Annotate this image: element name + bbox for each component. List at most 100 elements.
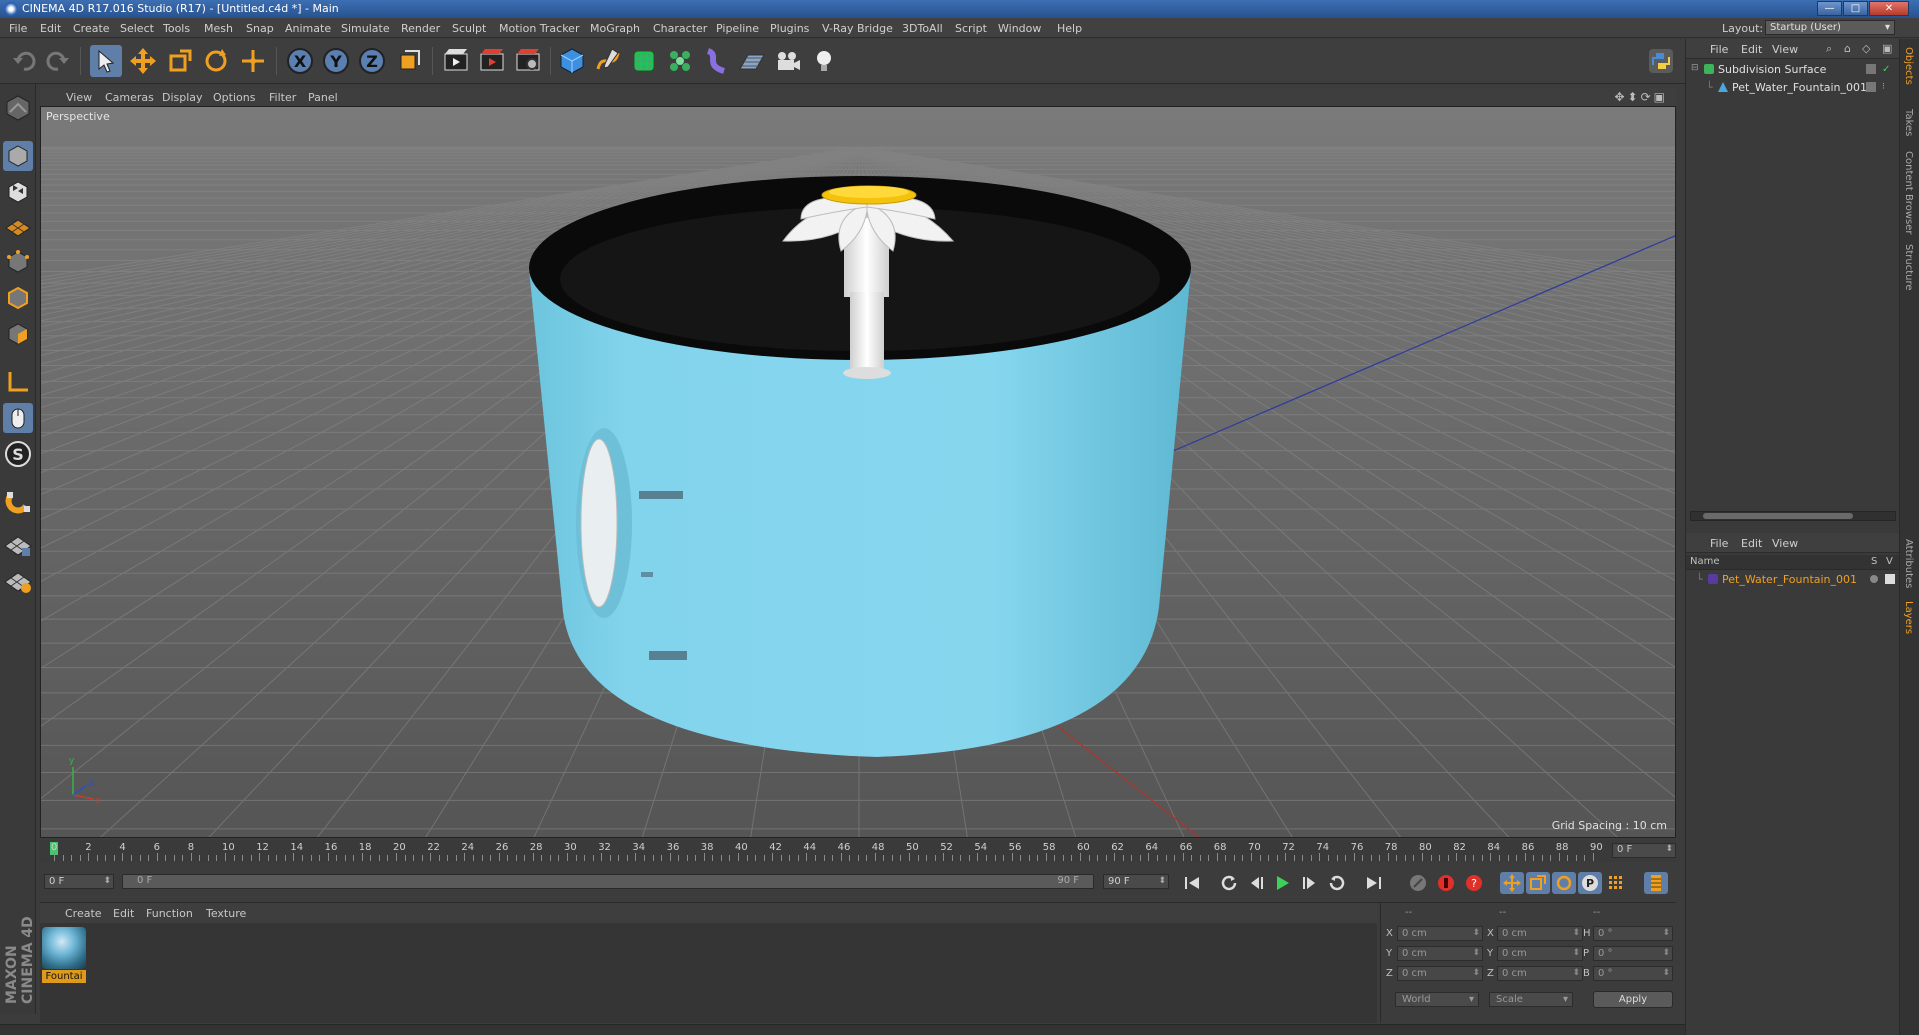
material-menu-texture[interactable]: Texture <box>206 907 246 920</box>
floor-icon[interactable] <box>736 45 768 77</box>
layers-menu-edit[interactable]: Edit <box>1741 537 1762 550</box>
objects-home-icon[interactable]: ⌂ <box>1844 42 1851 55</box>
menu-plugins[interactable]: Plugins <box>770 22 809 35</box>
menu-3dtoall[interactable]: 3DToAll <box>902 22 943 35</box>
next-frame-icon[interactable] <box>1298 872 1322 894</box>
live-selection-icon[interactable] <box>90 45 122 77</box>
rotation-p-field[interactable]: 0 ° <box>1593 946 1673 961</box>
layer-color-swatch[interactable] <box>1708 574 1718 584</box>
position-x-field[interactable]: 0 cm <box>1397 926 1483 941</box>
deformer-icon[interactable] <box>700 45 732 77</box>
layers-menu-file[interactable]: File <box>1710 537 1728 550</box>
parameter-key-icon[interactable]: P <box>1578 872 1602 894</box>
menu-simulate[interactable]: Simulate <box>341 22 390 35</box>
layers-menu-view[interactable]: View <box>1772 537 1798 550</box>
menu-tools[interactable]: Tools <box>163 22 190 35</box>
x-axis-icon[interactable]: X <box>284 45 316 77</box>
rotation-h-field[interactable]: 0 ° <box>1593 926 1673 941</box>
perspective-viewport[interactable]: y x z Perspective Grid Spacing : 10 cm <box>40 106 1676 838</box>
frame-range-slider[interactable]: 0 F 90 F <box>122 874 1094 889</box>
position-y-field[interactable]: 0 cm <box>1397 946 1483 961</box>
menu-pipeline[interactable]: Pipeline <box>716 22 759 35</box>
layer-solo-icon[interactable] <box>1870 575 1878 583</box>
go-to-end-icon[interactable] <box>1362 872 1386 894</box>
menu-sculpt[interactable]: Sculpt <box>452 22 486 35</box>
menu-animate[interactable]: Animate <box>285 22 331 35</box>
size-y-field[interactable]: 0 cm <box>1497 946 1583 961</box>
rotate-icon[interactable] <box>200 45 232 77</box>
objects-horizontal-scrollbar[interactable] <box>1690 511 1896 521</box>
material-menu-function[interactable]: Function <box>146 907 193 920</box>
rotation-b-field[interactable]: 0 ° <box>1593 966 1673 981</box>
scale-icon[interactable] <box>164 45 196 77</box>
texture-mode-icon[interactable] <box>2 176 34 208</box>
coordinate-system-icon[interactable] <box>393 45 425 77</box>
menu-mesh[interactable]: Mesh <box>204 22 233 35</box>
object-row-subdivision-surface[interactable]: ⊟ Subdivision Surface ✓ <box>1686 61 1900 78</box>
edges-mode-icon[interactable] <box>2 282 34 314</box>
menu-create[interactable]: Create <box>73 22 110 35</box>
y-axis-icon[interactable]: Y <box>320 45 352 77</box>
tab-attributes[interactable]: Attributes <box>1903 539 1914 588</box>
coordinate-space-dropdown[interactable]: World <box>1395 992 1479 1007</box>
expand-toggle-icon[interactable]: ⊟ <box>1691 63 1699 73</box>
z-axis-icon[interactable]: Z <box>356 45 388 77</box>
tab-content-browser[interactable]: Content Browser <box>1903 151 1914 234</box>
model-mode-icon[interactable] <box>2 140 34 172</box>
grid-lock-icon[interactable] <box>2 528 34 560</box>
make-editable-icon[interactable] <box>2 92 34 124</box>
axis-mode-icon[interactable] <box>2 366 34 398</box>
minimize-button[interactable]: — <box>1817 1 1842 16</box>
objects-menu-view[interactable]: View <box>1772 43 1798 56</box>
menu-render[interactable]: Render <box>401 22 440 35</box>
editor-visibility-icon[interactable] <box>1866 64 1876 74</box>
light-icon[interactable] <box>808 45 840 77</box>
viewport-menu-options[interactable]: Options <box>213 91 255 104</box>
menu-help[interactable]: Help <box>1057 22 1082 35</box>
previous-keyframe-icon[interactable] <box>1218 872 1242 894</box>
apply-button[interactable]: Apply <box>1593 991 1673 1008</box>
go-to-start-icon[interactable] <box>1180 872 1204 894</box>
position-z-field[interactable]: 0 cm <box>1397 966 1483 981</box>
edit-render-settings-icon[interactable] <box>512 45 544 77</box>
viewport-menu-filter[interactable]: Filter <box>269 91 296 104</box>
viewport-menu-cameras[interactable]: Cameras <box>105 91 154 104</box>
objects-bookmark-icon[interactable]: ◇ <box>1862 42 1870 55</box>
cube-icon[interactable] <box>556 45 588 77</box>
redo-icon[interactable] <box>42 45 74 77</box>
python-icon[interactable] <box>1645 45 1677 77</box>
camera-icon[interactable] <box>772 45 804 77</box>
quantize-icon[interactable] <box>2 564 34 596</box>
previous-frame-icon[interactable] <box>1244 872 1268 894</box>
material-menu-edit[interactable]: Edit <box>113 907 134 920</box>
tab-structure[interactable]: Structure <box>1903 244 1914 291</box>
timeline-icon[interactable] <box>1644 872 1668 894</box>
polygons-mode-icon[interactable] <box>2 318 34 350</box>
menu-vray-bridge[interactable]: V-Ray Bridge <box>822 22 893 35</box>
menu-snap[interactable]: Snap <box>246 22 274 35</box>
rotate-key-icon[interactable] <box>1552 872 1576 894</box>
record-icon[interactable] <box>1434 872 1458 894</box>
material-swatch[interactable]: Fountai <box>40 923 90 987</box>
tag-dots-icon[interactable]: ⁝ <box>1882 82 1892 92</box>
layer-row[interactable]: └ Pet_Water_Fountain_001 <box>1686 571 1900 588</box>
size-mode-dropdown[interactable]: Scale <box>1489 992 1573 1007</box>
render-view-icon[interactable] <box>440 45 472 77</box>
menu-select[interactable]: Select <box>120 22 154 35</box>
objects-search-icon[interactable]: ⌕ <box>1826 42 1832 56</box>
solo-icon[interactable]: S <box>2 438 34 470</box>
objects-new-view-icon[interactable]: ▣ <box>1882 42 1892 55</box>
menu-window[interactable]: Window <box>998 22 1041 35</box>
viewport-menu-display[interactable]: Display <box>162 91 203 104</box>
recent-tool-icon[interactable] <box>237 45 269 77</box>
start-frame-field[interactable]: 0 F <box>44 874 114 889</box>
viewport-menu-view[interactable]: View <box>66 91 92 104</box>
tab-takes[interactable]: Takes <box>1903 109 1914 136</box>
menu-mograph[interactable]: MoGraph <box>590 22 640 35</box>
editor-visibility-icon[interactable] <box>1866 82 1876 92</box>
menu-motion-tracker[interactable]: Motion Tracker <box>499 22 579 35</box>
next-keyframe-icon[interactable] <box>1324 872 1348 894</box>
tab-objects[interactable]: Objects <box>1903 47 1914 85</box>
enabled-check-icon[interactable]: ✓ <box>1882 64 1892 75</box>
tweak-mode-icon[interactable] <box>2 402 34 434</box>
